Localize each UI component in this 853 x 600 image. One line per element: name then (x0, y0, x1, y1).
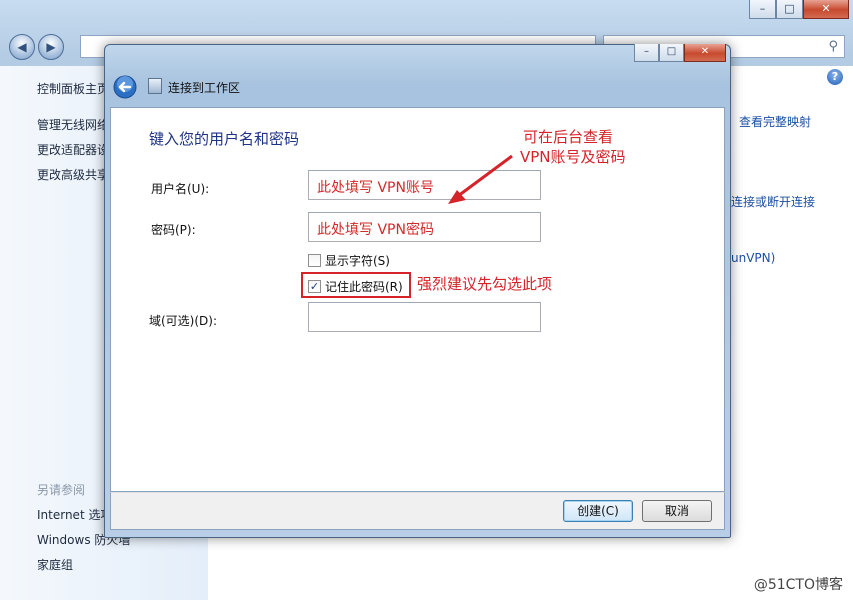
remember-highlight-box (301, 272, 411, 298)
forward-arrow-icon: ▶ (46, 40, 56, 54)
dialog-maximize-button[interactable]: □ (659, 44, 684, 62)
annotation-line2: VPN账号及密码 (520, 148, 626, 166)
bg-maximize-button[interactable]: □ (776, 0, 803, 19)
username-label: 用户名(U): (151, 182, 210, 196)
sidebar-item-homegroup[interactable]: 家庭组 (37, 556, 73, 573)
password-input[interactable]: 此处填写 VPN密码 (308, 212, 541, 242)
annotation-line1: 可在后台查看 (523, 128, 614, 146)
vpn-connection-link[interactable]: unVPN) (731, 251, 775, 265)
bg-back-button[interactable]: ◀ (9, 34, 35, 60)
dialog-caption-buttons: – □ ✕ (634, 44, 726, 62)
dialog-title: 连接到工作区 (168, 81, 241, 95)
back-arrow-icon: ◀ (17, 40, 27, 54)
workplace-icon (148, 78, 162, 94)
cancel-button[interactable]: 取消 (642, 500, 712, 522)
back-arrow-icon (113, 75, 137, 99)
sidebar-item-internet-options[interactable]: Internet 选项 (37, 506, 112, 523)
bg-minimize-button[interactable]: – (749, 0, 776, 19)
show-chars-checkbox[interactable] (308, 254, 321, 267)
domain-label: 域(可选)(D): (149, 314, 218, 328)
bg-close-button[interactable]: ✕ (803, 0, 849, 19)
domain-input[interactable] (308, 302, 541, 332)
search-icon: ⚲ (828, 39, 838, 54)
show-chars-row[interactable]: 显示字符(S) (308, 252, 390, 269)
dialog-minimize-button[interactable]: – (634, 44, 659, 62)
bg-caption-buttons: – □ ✕ (749, 0, 849, 19)
connect-disconnect-link[interactable]: 连接或断开连接 (731, 193, 815, 210)
help-icon[interactable]: ? (827, 69, 843, 85)
sidebar-item-control-panel-home[interactable]: 控制面板主页 (37, 80, 109, 97)
dialog-back-button[interactable] (113, 75, 137, 99)
dialog-content (110, 107, 725, 492)
bg-nav-buttons: ◀ ▶ (9, 34, 64, 60)
create-button[interactable]: 创建(C) (563, 500, 633, 522)
view-full-map-link[interactable]: 查看完整映射 (739, 113, 811, 130)
password-label: 密码(P): (151, 223, 196, 237)
see-also-heading: 另请参阅 (37, 483, 86, 497)
watermark: @51CTO博客 (753, 577, 843, 593)
bg-forward-button[interactable]: ▶ (38, 34, 64, 60)
show-chars-label: 显示字符(S) (325, 254, 390, 268)
dialog-close-button[interactable]: ✕ (684, 44, 726, 62)
annotation-remember-note: 强烈建议先勾选此项 (417, 275, 553, 293)
dialog-heading: 键入您的用户名和密码 (149, 130, 300, 148)
sidebar-item-manage-wireless[interactable]: 管理无线网络 (37, 116, 109, 133)
annotation-arrow-icon (448, 154, 513, 204)
